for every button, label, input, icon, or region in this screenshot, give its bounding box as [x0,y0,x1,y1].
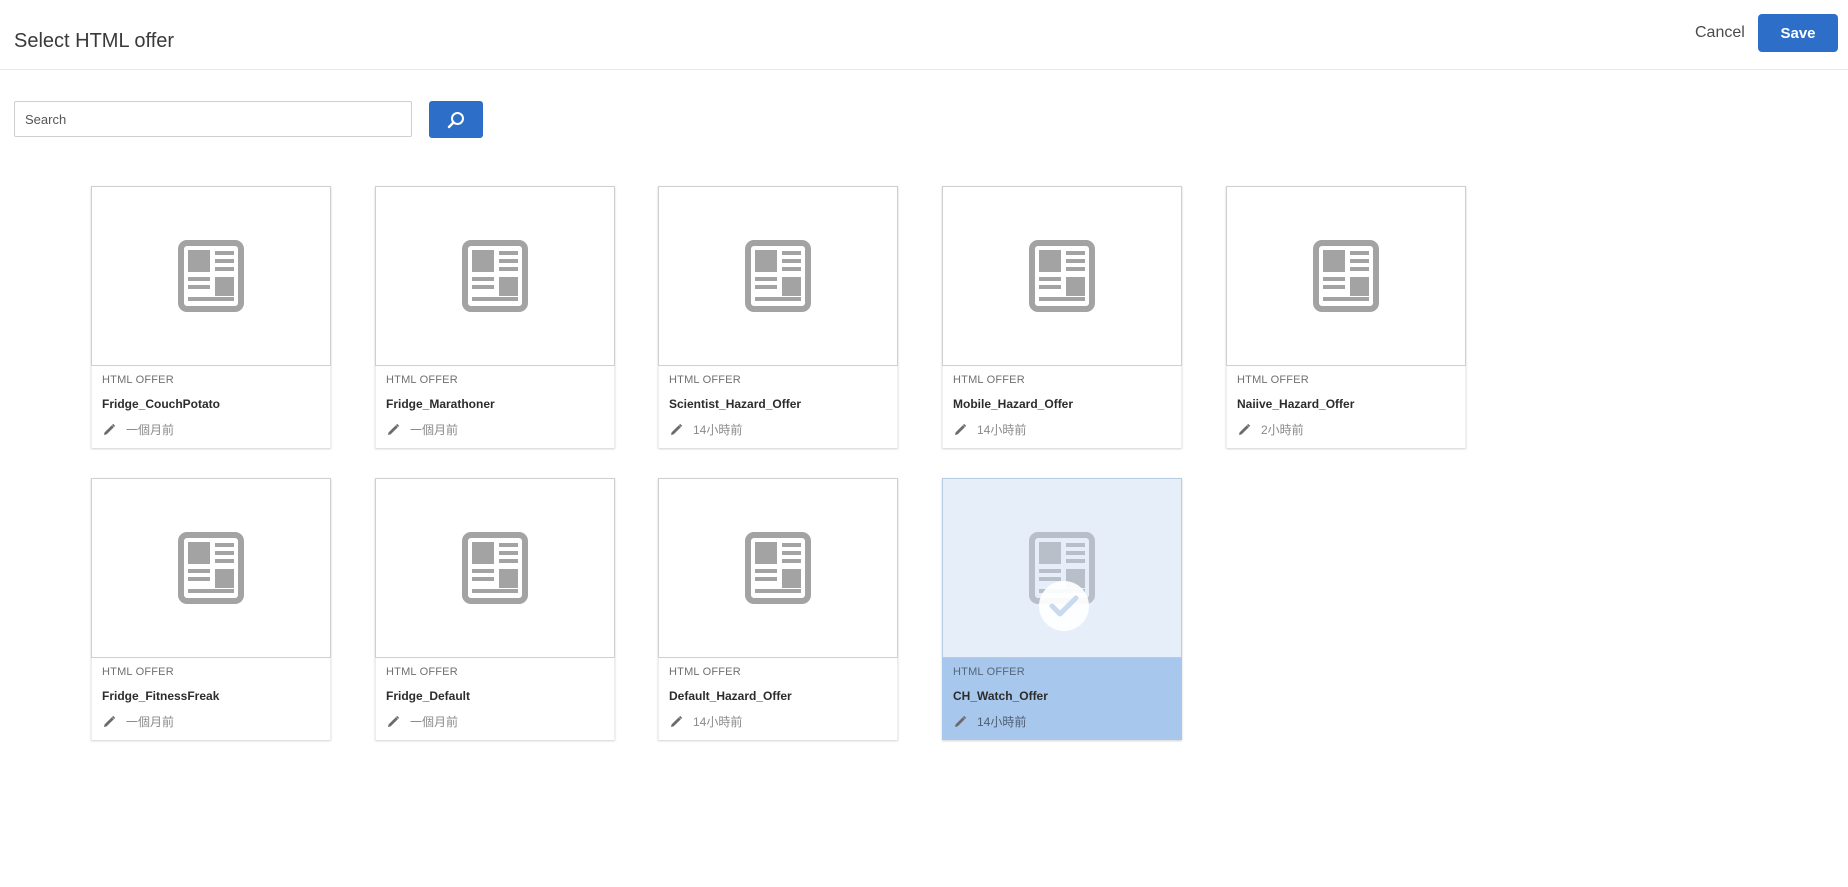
offer-name: CH_Watch_Offer [953,689,1048,703]
search-icon [446,110,466,130]
pencil-icon[interactable] [102,715,116,729]
offer-name: Fridge_FitnessFreak [102,689,220,703]
offer-modified-time: 14小時前 [693,423,743,437]
offer-card[interactable]: HTML OFFER Fridge_CouchPotato 一個月前 [91,186,331,448]
offer-thumbnail [942,478,1182,658]
offer-name: Fridge_Default [386,689,471,703]
offer-modified-time: 一個月前 [410,715,459,729]
offer-name: Fridge_Marathoner [386,397,495,411]
offer-thumbnail [658,186,898,366]
offer-meta: 一個月前 [386,713,458,730]
offer-name: Naiive_Hazard_Offer [1237,397,1355,411]
offer-type: HTML OFFER [102,666,174,678]
offer-card[interactable]: HTML OFFER Mobile_Hazard_Offer 14小時前 [942,186,1182,448]
search-button[interactable] [429,101,483,138]
offer-name: Mobile_Hazard_Offer [953,397,1074,411]
offer-meta: 14小時前 [953,421,1026,438]
offer-thumbnail [375,186,615,366]
offer-thumbnail [1226,186,1466,366]
offer-thumbnail [375,478,615,658]
search-input[interactable] [14,101,412,137]
offer-card[interactable]: HTML OFFER Default_Hazard_Offer 14小時前 [658,478,898,740]
pencil-icon[interactable] [953,715,967,729]
offer-thumbnail [658,478,898,658]
offer-type: HTML OFFER [669,666,741,678]
offer-type: HTML OFFER [386,666,458,678]
pencil-icon[interactable] [953,423,967,437]
offer-meta: 一個月前 [386,421,458,438]
offer-thumbnail [91,478,331,658]
offer-meta: 14小時前 [669,713,742,730]
pencil-icon[interactable] [386,715,400,729]
offer-modified-time: 一個月前 [126,715,175,729]
offer-meta: 14小時前 [669,421,742,438]
pencil-icon[interactable] [1237,423,1251,437]
document-layout-icon [1313,240,1379,312]
offer-type: HTML OFFER [1237,374,1309,386]
offer-meta: 2小時前 [1237,421,1304,438]
offer-name: Default_Hazard_Offer [669,689,792,703]
offer-meta: 一個月前 [102,713,174,730]
offer-info: HTML OFFER Mobile_Hazard_Offer 14小時前 [942,366,1182,448]
offer-type: HTML OFFER [953,374,1025,386]
offer-info: HTML OFFER Scientist_Hazard_Offer 14小時前 [658,366,898,448]
document-layout-icon [745,240,811,312]
document-layout-icon [1029,240,1095,312]
cancel-button[interactable]: Cancel [1683,14,1757,52]
dialog-header: Select HTML offer Cancel Save [0,0,1848,70]
document-layout-icon [462,532,528,604]
offer-meta: 14小時前 [953,713,1026,730]
document-layout-icon [745,532,811,604]
offer-modified-time: 一個月前 [126,423,175,437]
offer-info: HTML OFFER CH_Watch_Offer 14小時前 [942,658,1182,740]
offer-card[interactable]: HTML OFFER Fridge_FitnessFreak 一個月前 [91,478,331,740]
pencil-icon[interactable] [669,715,683,729]
offer-info: HTML OFFER Fridge_Default 一個月前 [375,658,615,740]
offer-meta: 一個月前 [102,421,174,438]
offer-card[interactable]: HTML OFFER Naiive_Hazard_Offer 2小時前 [1226,186,1466,448]
pencil-icon[interactable] [102,423,116,437]
offer-thumbnail [942,186,1182,366]
offer-card[interactable]: HTML OFFER Fridge_Default 一個月前 [375,478,615,740]
document-layout-icon [462,240,528,312]
document-layout-icon [178,532,244,604]
offer-modified-time: 2小時前 [1261,423,1304,437]
offer-info: HTML OFFER Fridge_CouchPotato 一個月前 [91,366,331,448]
page-title: Select HTML offer [14,30,175,52]
save-button[interactable]: Save [1758,14,1838,52]
offer-type: HTML OFFER [953,666,1025,678]
pencil-icon[interactable] [669,423,683,437]
offer-type: HTML OFFER [669,374,741,386]
pencil-icon[interactable] [386,423,400,437]
offer-name: Fridge_CouchPotato [102,397,221,411]
offer-modified-time: 14小時前 [977,423,1027,437]
selected-check-icon [1039,581,1089,631]
offer-modified-time: 14小時前 [977,715,1027,729]
offer-type: HTML OFFER [102,374,174,386]
offer-info: HTML OFFER Fridge_Marathoner 一個月前 [375,366,615,448]
offer-info: HTML OFFER Naiive_Hazard_Offer 2小時前 [1226,366,1466,448]
offer-modified-time: 一個月前 [410,423,459,437]
offer-type: HTML OFFER [386,374,458,386]
offer-thumbnail [91,186,331,366]
offer-card[interactable]: HTML OFFER Fridge_Marathoner 一個月前 [375,186,615,448]
document-layout-icon [178,240,244,312]
offer-card[interactable]: HTML OFFER Scientist_Hazard_Offer 14小時前 [658,186,898,448]
offer-info: HTML OFFER Default_Hazard_Offer 14小時前 [658,658,898,740]
offer-name: Scientist_Hazard_Offer [669,397,802,411]
offer-modified-time: 14小時前 [693,715,743,729]
offer-card[interactable]: HTML OFFER CH_Watch_Offer 14小時前 [942,478,1182,740]
offer-info: HTML OFFER Fridge_FitnessFreak 一個月前 [91,658,331,740]
